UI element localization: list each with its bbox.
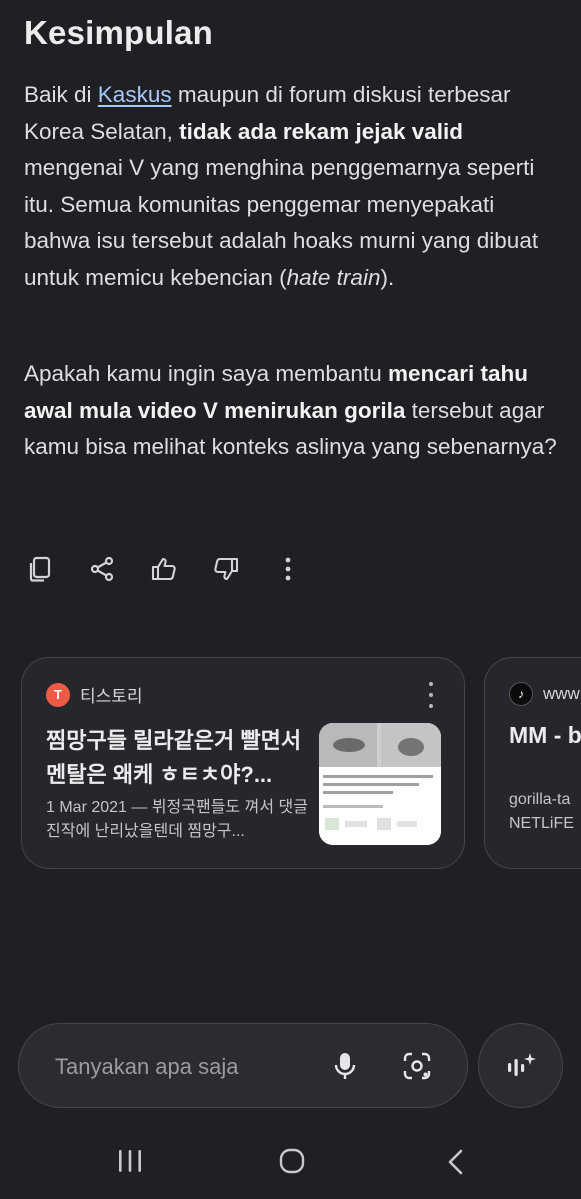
source-card[interactable]: ♪ www MM - b gorilla-ta NETLiFE xyxy=(484,657,581,869)
live-sparkle-icon xyxy=(507,1052,536,1076)
copy-icon xyxy=(29,556,51,582)
gemini-response-screen: Kesimpulan Baik di Kaskus maupun di foru… xyxy=(0,0,581,1199)
thumbs-up-icon xyxy=(151,557,176,581)
share-icon xyxy=(90,556,114,582)
source-snippet: gorilla-ta NETLiFE xyxy=(509,791,574,832)
section-heading: Kesimpulan xyxy=(24,14,214,51)
good-response-button[interactable] xyxy=(148,552,180,586)
system-nav-bar xyxy=(0,1130,581,1199)
follow-up-question: Apakah kamu ingin saya membantu mencari … xyxy=(24,361,557,459)
source-thumbnail xyxy=(319,723,441,845)
tistory-favicon-icon: T xyxy=(46,682,70,707)
source-site-name: 티스토리 xyxy=(80,687,143,706)
copy-button[interactable] xyxy=(24,552,56,586)
tiktok-favicon-icon: ♪ xyxy=(509,682,533,706)
bad-response-button[interactable] xyxy=(210,552,242,586)
live-button[interactable] xyxy=(478,1023,563,1108)
card-more-button[interactable] xyxy=(426,682,436,708)
source-title: MM - b xyxy=(509,722,581,748)
conclusion-paragraph: Baik di Kaskus maupun di forum diskusi t… xyxy=(24,82,539,290)
kaskus-link[interactable]: Kaskus xyxy=(98,82,172,107)
more-options-button[interactable] xyxy=(272,552,304,586)
source-site-name: www xyxy=(543,684,580,703)
source-title: 찜망구들 릴라같은거 빨면서 멘탈은 왜케 ㅎㅌㅊ야?... xyxy=(46,728,302,787)
thumbs-down-icon xyxy=(214,557,239,581)
prompt-input[interactable]: Tanyakan apa saja xyxy=(18,1023,468,1108)
recent-apps-icon[interactable] xyxy=(117,1149,143,1173)
source-header: ♪ www xyxy=(509,682,580,706)
back-icon[interactable] xyxy=(444,1148,466,1176)
source-header: T 티스토리 xyxy=(46,682,143,707)
more-vert-icon xyxy=(285,557,291,581)
lens-icon[interactable] xyxy=(401,1050,433,1082)
prompt-placeholder: Tanyakan apa saja xyxy=(55,1054,239,1079)
share-button[interactable] xyxy=(86,552,118,586)
source-snippet: 1 Mar 2021 — 뷔정국팬들도 껴서 댓글 진작에 난리났을텐데 찜망구… xyxy=(46,799,308,840)
response-actions xyxy=(24,552,334,586)
mic-icon[interactable] xyxy=(329,1050,361,1082)
home-icon[interactable] xyxy=(279,1148,305,1174)
source-card[interactable]: T 티스토리 찜망구들 릴라같은거 빨면서 멘탈은 왜케 ㅎㅌㅊ야?... 1 … xyxy=(21,657,465,869)
